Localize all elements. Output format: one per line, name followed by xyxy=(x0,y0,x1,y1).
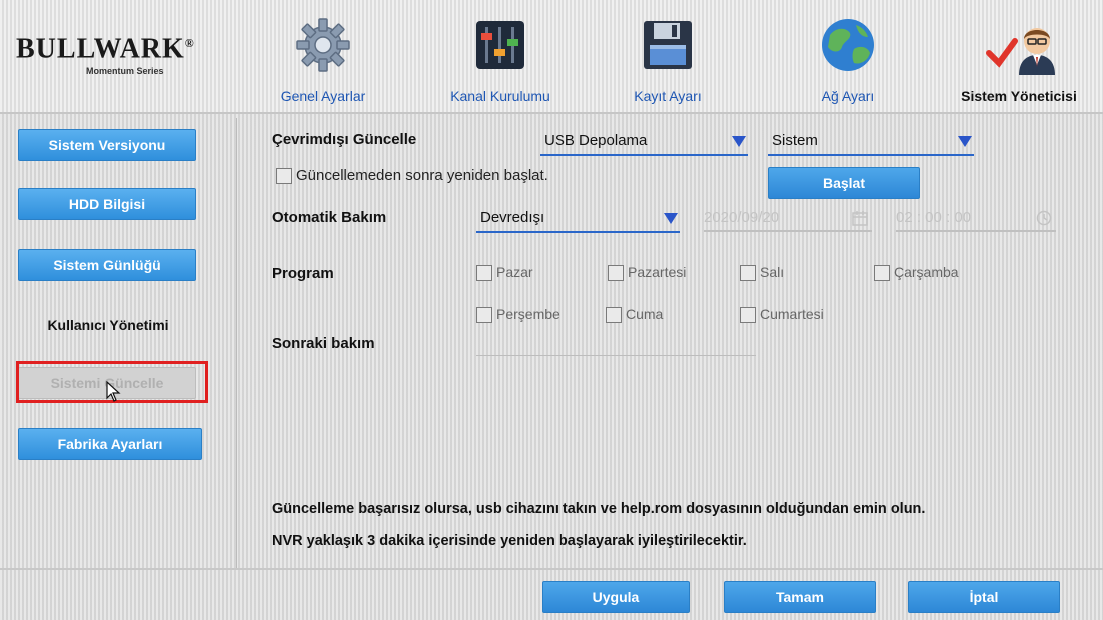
tab-label: Sistem Yöneticisi xyxy=(961,88,1077,104)
update-failure-note: Güncelleme başarısız olursa, usb cihazın… xyxy=(272,501,926,517)
update-source-value: USB Depolama xyxy=(544,132,648,149)
auto-maintenance-dropdown[interactable]: Devredışı xyxy=(476,205,680,233)
update-source-dropdown[interactable]: USB Depolama xyxy=(540,128,748,156)
gear-icon xyxy=(296,18,350,72)
tab-label: Genel Ayarlar xyxy=(280,88,366,104)
day-label-pazar: Pazar xyxy=(496,264,533,280)
sidebar-item-sistem-versiyonu[interactable]: Sistem Versiyonu xyxy=(18,129,196,161)
chevron-down-icon xyxy=(664,213,678,224)
calendar-icon xyxy=(852,211,868,226)
tab-ag-ayari[interactable]: Ağ Ayarı xyxy=(798,12,898,110)
update-target-dropdown[interactable]: Sistem xyxy=(768,128,974,156)
start-update-button[interactable]: Başlat xyxy=(768,167,920,199)
day-checkbox-sali[interactable] xyxy=(740,265,756,281)
content-divider xyxy=(236,118,237,568)
clock-icon xyxy=(1036,210,1052,226)
day-label-sali: Salı xyxy=(760,264,785,280)
auto-maintenance-label: Otomatik Bakım xyxy=(272,209,387,226)
chevron-down-icon xyxy=(958,136,972,147)
tab-kanal-kurulumu[interactable]: Kanal Kurulumu xyxy=(428,12,572,110)
day-label-cumartesi: Cumartesi xyxy=(760,306,824,322)
next-maintenance-value-line xyxy=(476,355,756,356)
sidebar-item-hdd-bilgisi[interactable]: HDD Bilgisi xyxy=(18,188,196,220)
day-checkbox-pazar[interactable] xyxy=(476,265,492,281)
tab-label: Kanal Kurulumu xyxy=(450,88,550,104)
chevron-down-icon xyxy=(732,136,746,147)
mouse-cursor-icon xyxy=(106,381,121,402)
maintenance-date-value: 2020/09/20 xyxy=(704,209,780,226)
day-label-cuma: Cuma xyxy=(626,306,664,322)
tab-kayit-ayari[interactable]: Kayıt Ayarı xyxy=(610,12,726,110)
bullwark-logo: BULLWARK® Momentum Series xyxy=(16,28,206,78)
globe-icon xyxy=(822,19,874,71)
admin-user-icon xyxy=(986,28,1055,75)
sidebar-item-sistem-gunlugu[interactable]: Sistem Günlüğü xyxy=(18,249,196,281)
tab-genel-ayarlar[interactable]: Genel Ayarlar xyxy=(258,12,388,110)
brand-series: Momentum Series xyxy=(86,66,164,77)
next-maintenance-label: Sonraki bakım xyxy=(272,335,375,352)
offline-update-label: Çevrimdışı Güncelle xyxy=(272,131,417,148)
update-target-value: Sistem xyxy=(772,132,818,149)
restart-after-update-checkbox[interactable] xyxy=(276,168,292,184)
program-label: Program xyxy=(272,265,334,282)
tab-label: Ağ Ayarı xyxy=(821,88,875,104)
tab-sistem-yoneticisi[interactable]: Sistem Yöneticisi xyxy=(938,12,1100,110)
restart-after-update-label: Güncellemeden sonra yeniden başlat. xyxy=(296,167,548,184)
brand-name: BULLWARK® xyxy=(16,33,195,65)
restart-info-note: NVR yaklaşık 3 dakika içerisinde yeniden… xyxy=(272,533,747,549)
day-checkbox-pazartesi[interactable] xyxy=(608,265,624,281)
day-checkbox-carsamba[interactable] xyxy=(874,265,890,281)
mixer-sliders-icon xyxy=(476,21,524,69)
ok-button[interactable]: Tamam xyxy=(724,581,876,613)
maintenance-date-field: 2020/09/20 xyxy=(704,206,872,232)
cancel-button[interactable]: İptal xyxy=(908,581,1060,613)
floppy-disk-icon xyxy=(644,21,692,69)
auto-maintenance-value: Devredışı xyxy=(480,209,545,226)
sidebar-item-fabrika-ayarlari[interactable]: Fabrika Ayarları xyxy=(18,428,202,460)
day-checkbox-cuma[interactable] xyxy=(606,307,622,323)
maintenance-time-field: 02 : 00 : 00 xyxy=(896,206,1056,232)
apply-button[interactable]: Uygula xyxy=(542,581,690,613)
footer-divider xyxy=(0,568,1103,570)
tab-label: Kayıt Ayarı xyxy=(634,88,702,104)
sidebar-item-kullanici-yonetimi[interactable]: Kullanıcı Yönetimi xyxy=(18,310,198,340)
top-header: BULLWARK® Momentum Series Genel Ayarlar xyxy=(0,0,1103,114)
day-label-carsamba: Çarşamba xyxy=(894,264,959,280)
day-label-pazartesi: Pazartesi xyxy=(628,264,687,280)
maintenance-time-value: 02 : 00 : 00 xyxy=(896,209,972,226)
day-label-persembe: Perşembe xyxy=(496,306,560,322)
day-checkbox-persembe[interactable] xyxy=(476,307,492,323)
day-checkbox-cumartesi[interactable] xyxy=(740,307,756,323)
